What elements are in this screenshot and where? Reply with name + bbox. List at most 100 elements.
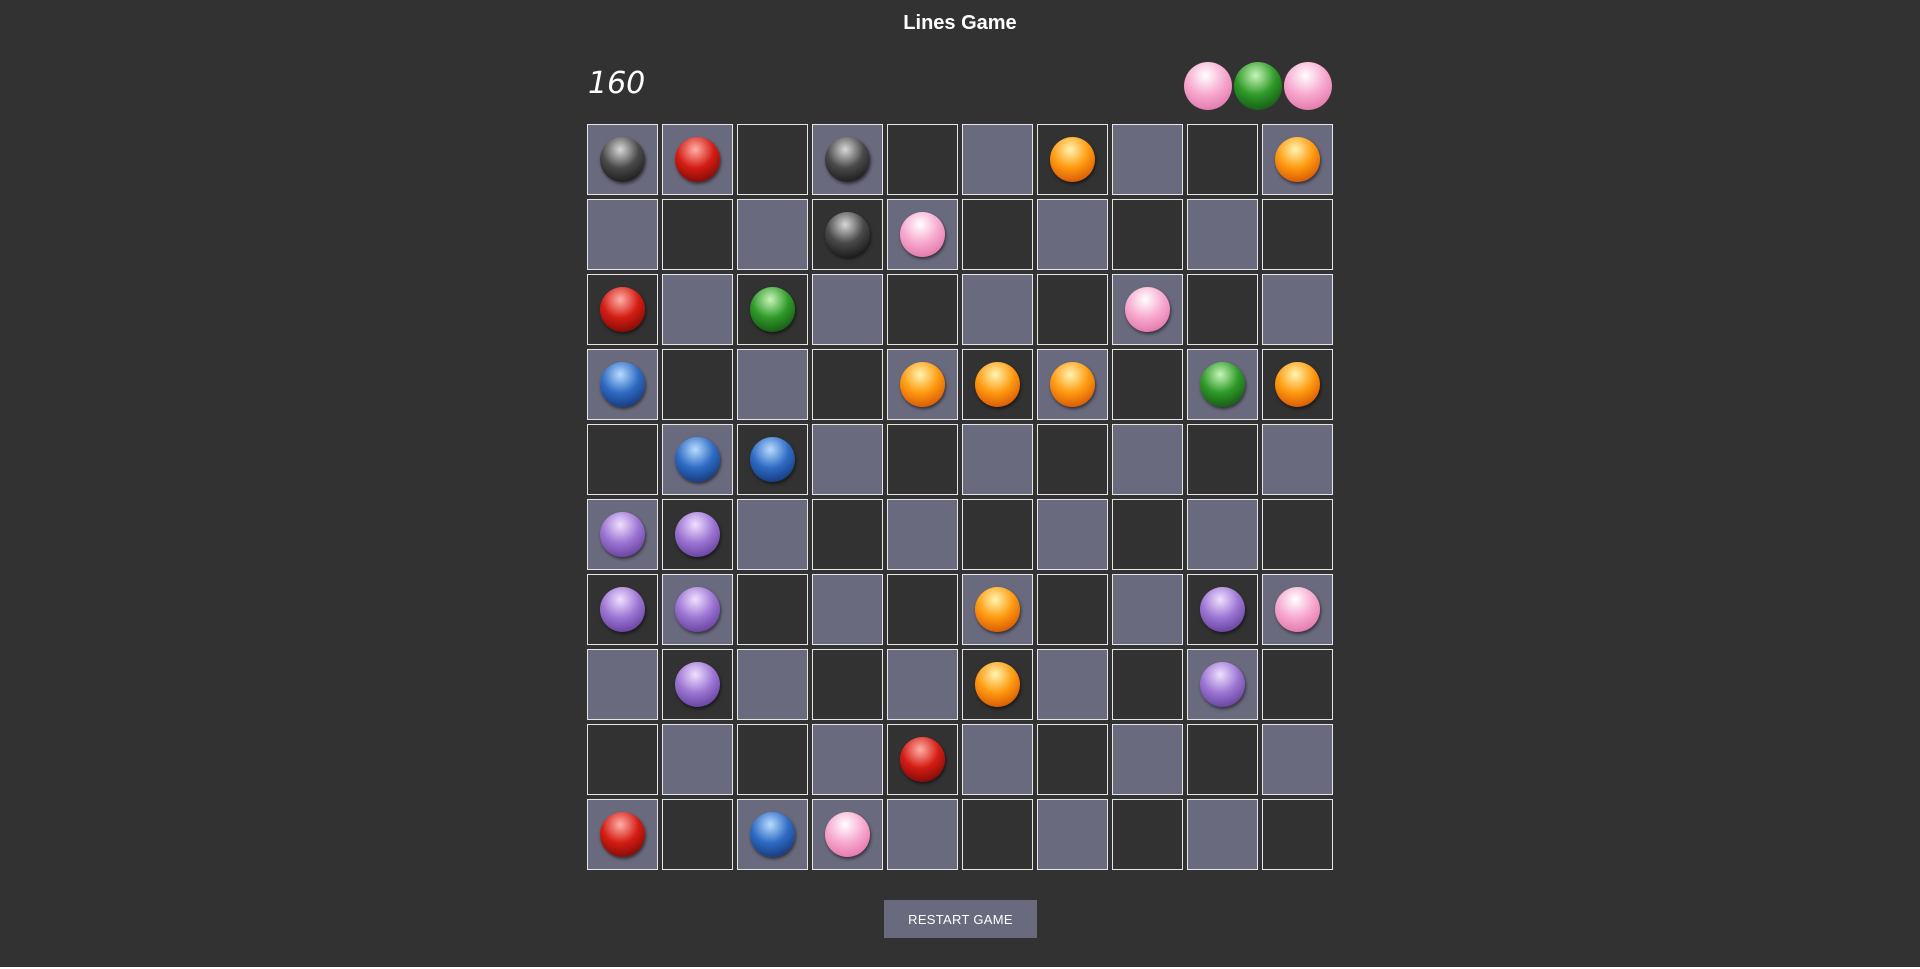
- ball-purple[interactable]: [600, 587, 645, 632]
- board-cell[interactable]: [737, 724, 808, 795]
- board-cell[interactable]: [1112, 274, 1183, 345]
- board-cell[interactable]: [1037, 724, 1108, 795]
- board-cell[interactable]: [962, 349, 1033, 420]
- board-cell[interactable]: [962, 574, 1033, 645]
- board-cell[interactable]: [1037, 124, 1108, 195]
- ball-blue[interactable]: [750, 812, 795, 857]
- ball-blue[interactable]: [675, 437, 720, 482]
- board-cell[interactable]: [662, 649, 733, 720]
- ball-orange[interactable]: [1275, 137, 1320, 182]
- board-cell[interactable]: [662, 199, 733, 270]
- board-cell[interactable]: [1037, 424, 1108, 495]
- board-cell[interactable]: [962, 499, 1033, 570]
- ball-pink[interactable]: [825, 812, 870, 857]
- ball-purple[interactable]: [1200, 587, 1245, 632]
- board-cell[interactable]: [1037, 499, 1108, 570]
- board-cell[interactable]: [737, 124, 808, 195]
- ball-red[interactable]: [600, 287, 645, 332]
- board-cell[interactable]: [1112, 199, 1183, 270]
- board-cell[interactable]: [662, 574, 733, 645]
- board-cell[interactable]: [962, 199, 1033, 270]
- board-cell[interactable]: [812, 574, 883, 645]
- board-cell[interactable]: [887, 799, 958, 870]
- board-cell[interactable]: [662, 424, 733, 495]
- board-cell[interactable]: [1262, 349, 1333, 420]
- board-cell[interactable]: [662, 499, 733, 570]
- board-cell[interactable]: [587, 274, 658, 345]
- board-cell[interactable]: [812, 424, 883, 495]
- board-cell[interactable]: [812, 274, 883, 345]
- ball-red[interactable]: [600, 812, 645, 857]
- board-cell[interactable]: [587, 724, 658, 795]
- board-cell[interactable]: [662, 349, 733, 420]
- ball-purple[interactable]: [675, 512, 720, 557]
- board-cell[interactable]: [887, 424, 958, 495]
- board-cell[interactable]: [962, 724, 1033, 795]
- board-cell[interactable]: [812, 499, 883, 570]
- ball-orange[interactable]: [1050, 362, 1095, 407]
- board-cell[interactable]: [962, 124, 1033, 195]
- ball-orange[interactable]: [1275, 362, 1320, 407]
- ball-purple[interactable]: [675, 587, 720, 632]
- ball-orange[interactable]: [975, 587, 1020, 632]
- board-cell[interactable]: [737, 649, 808, 720]
- board-cell[interactable]: [1187, 424, 1258, 495]
- board-cell[interactable]: [737, 424, 808, 495]
- ball-blue[interactable]: [750, 437, 795, 482]
- ball-orange[interactable]: [1050, 137, 1095, 182]
- board-cell[interactable]: [812, 649, 883, 720]
- ball-orange[interactable]: [975, 362, 1020, 407]
- board-cell[interactable]: [737, 799, 808, 870]
- board-cell[interactable]: [962, 649, 1033, 720]
- board-cell[interactable]: [1112, 799, 1183, 870]
- board-cell[interactable]: [1112, 424, 1183, 495]
- board-cell[interactable]: [737, 349, 808, 420]
- board-cell[interactable]: [1112, 574, 1183, 645]
- board-cell[interactable]: [662, 724, 733, 795]
- board-cell[interactable]: [1187, 574, 1258, 645]
- board-cell[interactable]: [1262, 199, 1333, 270]
- board-cell[interactable]: [587, 349, 658, 420]
- board-cell[interactable]: [1112, 499, 1183, 570]
- board-cell[interactable]: [737, 499, 808, 570]
- board-cell[interactable]: [587, 124, 658, 195]
- board-cell[interactable]: [587, 424, 658, 495]
- ball-orange[interactable]: [900, 362, 945, 407]
- ball-pink[interactable]: [1275, 587, 1320, 632]
- board-cell[interactable]: [662, 274, 733, 345]
- board-cell[interactable]: [1262, 649, 1333, 720]
- board-cell[interactable]: [887, 274, 958, 345]
- ball-blue[interactable]: [600, 362, 645, 407]
- board-cell[interactable]: [1262, 274, 1333, 345]
- board-cell[interactable]: [587, 199, 658, 270]
- board-cell[interactable]: [812, 799, 883, 870]
- board-cell[interactable]: [587, 649, 658, 720]
- ball-red[interactable]: [675, 137, 720, 182]
- board-cell[interactable]: [587, 499, 658, 570]
- board-cell[interactable]: [1037, 274, 1108, 345]
- board-cell[interactable]: [887, 649, 958, 720]
- ball-black[interactable]: [825, 212, 870, 257]
- board-cell[interactable]: [1112, 349, 1183, 420]
- board-cell[interactable]: [1187, 724, 1258, 795]
- board-cell[interactable]: [1262, 124, 1333, 195]
- board-cell[interactable]: [812, 349, 883, 420]
- board-cell[interactable]: [887, 499, 958, 570]
- board-cell[interactable]: [1037, 574, 1108, 645]
- board-cell[interactable]: [1037, 799, 1108, 870]
- board-cell[interactable]: [1187, 274, 1258, 345]
- board-cell[interactable]: [662, 124, 733, 195]
- board-cell[interactable]: [1262, 724, 1333, 795]
- board-cell[interactable]: [1187, 349, 1258, 420]
- board-cell[interactable]: [1262, 799, 1333, 870]
- ball-purple[interactable]: [600, 512, 645, 557]
- board-cell[interactable]: [737, 274, 808, 345]
- ball-orange[interactable]: [975, 662, 1020, 707]
- board-cell[interactable]: [662, 799, 733, 870]
- ball-pink[interactable]: [1125, 287, 1170, 332]
- board-cell[interactable]: [887, 574, 958, 645]
- ball-purple[interactable]: [675, 662, 720, 707]
- board-cell[interactable]: [887, 724, 958, 795]
- ball-purple[interactable]: [1200, 662, 1245, 707]
- board-cell[interactable]: [1262, 499, 1333, 570]
